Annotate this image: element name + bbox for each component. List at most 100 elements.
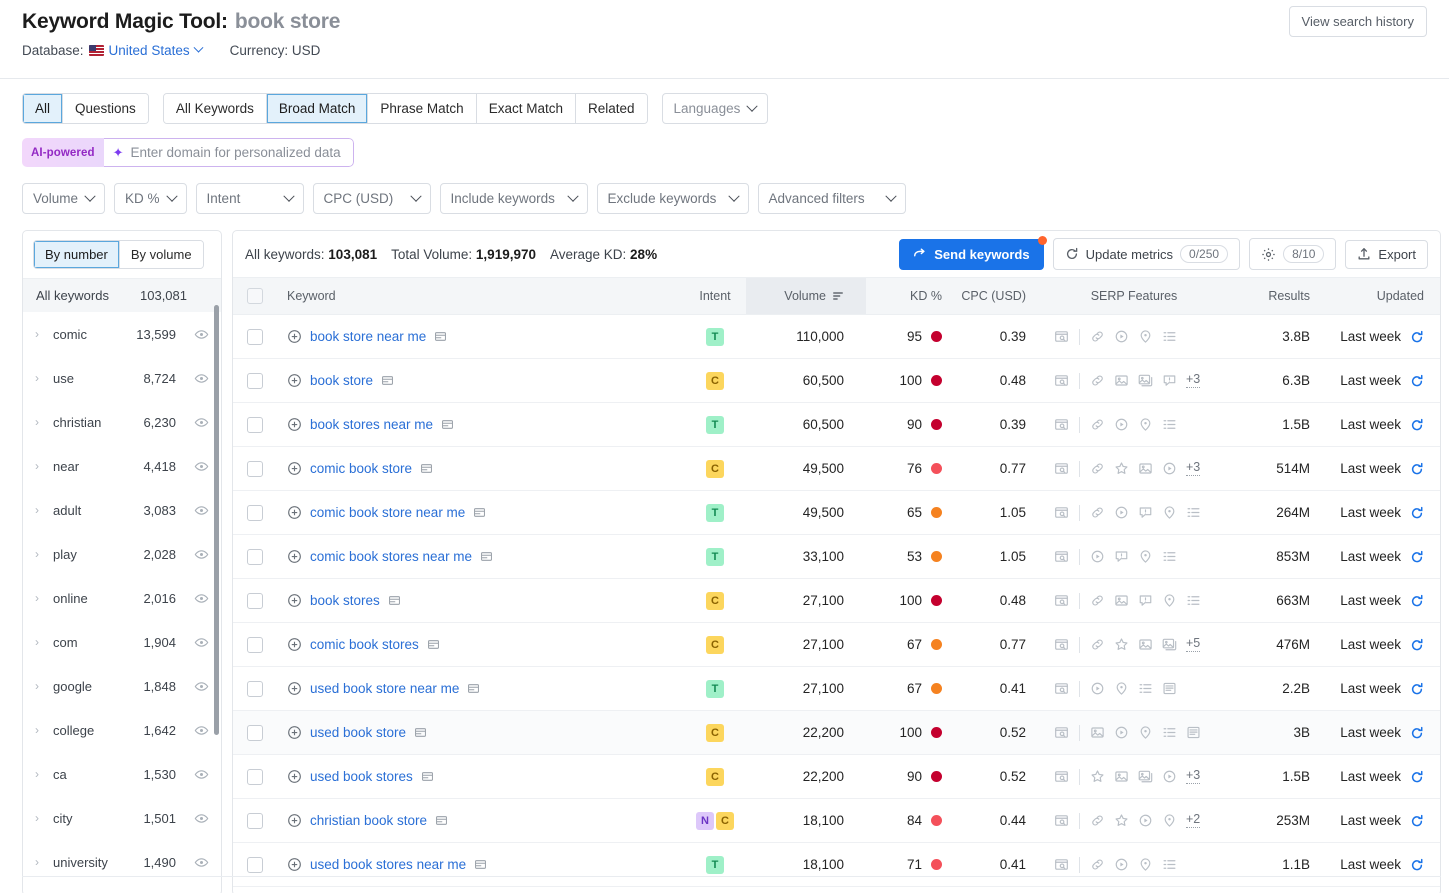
add-keyword-icon[interactable] — [287, 637, 302, 652]
intent-badge-C[interactable]: C — [706, 635, 724, 654]
chevron-right-icon[interactable]: › — [35, 635, 45, 649]
keyword-link[interactable]: used book store near me — [310, 681, 459, 696]
table-row[interactable]: used book stores near me T 18,100 71 0.41… — [233, 842, 1440, 887]
intent-badge-T[interactable]: T — [706, 679, 724, 698]
sidebar-item-city[interactable]: › city 1,501 — [23, 796, 221, 840]
serp-analysis-icon[interactable] — [420, 462, 433, 475]
intent-badge-C[interactable]: C — [716, 811, 734, 830]
add-keyword-icon[interactable] — [287, 373, 302, 388]
serp-video-icon[interactable] — [1090, 681, 1105, 696]
intent-badge-T[interactable]: T — [706, 415, 724, 434]
sidebar-scrollbar[interactable] — [214, 305, 219, 735]
intent-badge-C[interactable]: C — [706, 723, 724, 742]
serp-local-icon[interactable] — [1162, 505, 1177, 520]
add-keyword-icon[interactable] — [287, 549, 302, 564]
sidebar-item-university[interactable]: › university 1,490 — [23, 840, 221, 884]
cell-select[interactable] — [233, 446, 277, 491]
row-checkbox[interactable] — [247, 592, 263, 609]
eye-icon[interactable] — [194, 503, 209, 518]
serp-analysis-icon[interactable] — [480, 550, 493, 563]
table-row[interactable]: used book stores C 22,200 90 0.52 +3 1.5B L… — [233, 754, 1440, 799]
tab-related[interactable]: Related — [575, 94, 647, 123]
add-keyword-icon[interactable] — [287, 681, 302, 696]
row-checkbox[interactable] — [247, 636, 263, 653]
serp-images-icon[interactable] — [1162, 637, 1177, 652]
serp-list-icon[interactable] — [1162, 725, 1177, 740]
chevron-right-icon[interactable]: › — [35, 415, 45, 429]
serp-discussion-icon[interactable] — [1138, 505, 1153, 520]
include-keywords-filter[interactable]: Include keywords — [439, 183, 588, 214]
serp-video-icon[interactable] — [1090, 549, 1105, 564]
chevron-right-icon[interactable]: › — [35, 503, 45, 517]
header-cpc[interactable]: CPC (USD) — [956, 277, 1040, 315]
serp-image-icon[interactable] — [1138, 461, 1153, 476]
add-keyword-icon[interactable] — [287, 417, 302, 432]
sidebar-item-comic[interactable]: › comic 13,599 — [23, 312, 221, 356]
table-row[interactable]: book store C 60,500 100 0.48 +3 6.3B Last w… — [233, 358, 1440, 403]
serp-serp-preview-icon[interactable] — [1054, 461, 1069, 476]
intent-badge-C[interactable]: C — [706, 591, 724, 610]
serp-serp-preview-icon[interactable] — [1054, 681, 1069, 696]
tab-broad-match[interactable]: Broad Match — [266, 94, 369, 123]
keyword-link[interactable]: comic book stores — [310, 637, 419, 652]
sidebar-item-com[interactable]: › com 1,904 — [23, 620, 221, 664]
add-keyword-icon[interactable] — [287, 593, 302, 608]
header-kd[interactable]: KD % — [866, 277, 956, 315]
serp-serp-preview-icon[interactable] — [1054, 813, 1069, 828]
serp-reviews-icon[interactable] — [1114, 637, 1129, 652]
sidebar-item-google[interactable]: › google 1,848 — [23, 664, 221, 708]
chevron-right-icon[interactable]: › — [35, 547, 45, 561]
row-refresh-icon[interactable] — [1410, 330, 1424, 344]
serp-link-icon[interactable] — [1090, 417, 1105, 432]
serp-video-icon[interactable] — [1114, 725, 1129, 740]
row-checkbox[interactable] — [247, 328, 263, 345]
serp-list-icon[interactable] — [1186, 593, 1201, 608]
kd-filter[interactable]: KD % — [114, 183, 187, 214]
cell-select[interactable] — [233, 798, 277, 843]
serp-image-icon[interactable] — [1114, 373, 1129, 388]
table-row[interactable]: comic book store C 49,500 76 0.77 +3 514M L… — [233, 446, 1440, 491]
intent-badge-T[interactable]: T — [706, 547, 724, 566]
serp-list-icon[interactable] — [1162, 549, 1177, 564]
serp-video-icon[interactable] — [1138, 813, 1153, 828]
serp-local-icon[interactable] — [1162, 593, 1177, 608]
serp-analysis-icon[interactable] — [473, 506, 486, 519]
keyword-link[interactable]: used book store — [310, 725, 406, 740]
chevron-right-icon[interactable]: › — [35, 327, 45, 341]
serp-more-count[interactable]: +3 — [1186, 373, 1201, 388]
serp-serp-preview-icon[interactable] — [1054, 373, 1069, 388]
serp-more-count[interactable]: +2 — [1186, 813, 1201, 828]
sidebar-item-use[interactable]: › use 8,724 — [23, 356, 221, 400]
serp-analysis-icon[interactable] — [474, 858, 487, 871]
serp-serp-preview-icon[interactable] — [1054, 417, 1069, 432]
serp-video-icon[interactable] — [1162, 461, 1177, 476]
serp-list-icon[interactable] — [1162, 329, 1177, 344]
cell-select[interactable] — [233, 534, 277, 579]
serp-analysis-icon[interactable] — [381, 374, 394, 387]
chevron-right-icon[interactable]: › — [35, 591, 45, 605]
serp-serp-preview-icon[interactable] — [1054, 505, 1069, 520]
tab-all-keywords[interactable]: All Keywords — [163, 94, 267, 123]
row-refresh-icon[interactable] — [1410, 550, 1424, 564]
send-keywords-button[interactable]: Send keywords — [899, 235, 1047, 270]
serp-link-icon[interactable] — [1090, 813, 1105, 828]
cell-select[interactable] — [233, 754, 277, 799]
languages-dropdown[interactable]: Languages — [661, 93, 769, 124]
tab-all[interactable]: All — [23, 94, 64, 123]
keyword-link[interactable]: used book stores — [310, 769, 413, 784]
eye-icon[interactable] — [194, 723, 209, 738]
serp-analysis-icon[interactable] — [441, 418, 454, 431]
cell-select[interactable] — [233, 358, 277, 403]
sidebar-item-online[interactable]: › online 2,016 — [23, 576, 221, 620]
eye-icon[interactable] — [194, 415, 209, 430]
sidebar-item-all-keywords[interactable]: All keywords 103,081 — [23, 278, 221, 312]
database-value[interactable]: United States — [109, 43, 190, 58]
intent-filter[interactable]: Intent — [195, 183, 304, 214]
serp-serp-preview-icon[interactable] — [1054, 329, 1069, 344]
intent-badge-T[interactable]: T — [706, 503, 724, 522]
eye-icon[interactable] — [194, 635, 209, 650]
sidebar-item-ca[interactable]: › ca 1,530 — [23, 752, 221, 796]
eye-icon[interactable] — [194, 591, 209, 606]
chevron-right-icon[interactable]: › — [35, 811, 45, 825]
eye-icon[interactable] — [194, 811, 209, 826]
